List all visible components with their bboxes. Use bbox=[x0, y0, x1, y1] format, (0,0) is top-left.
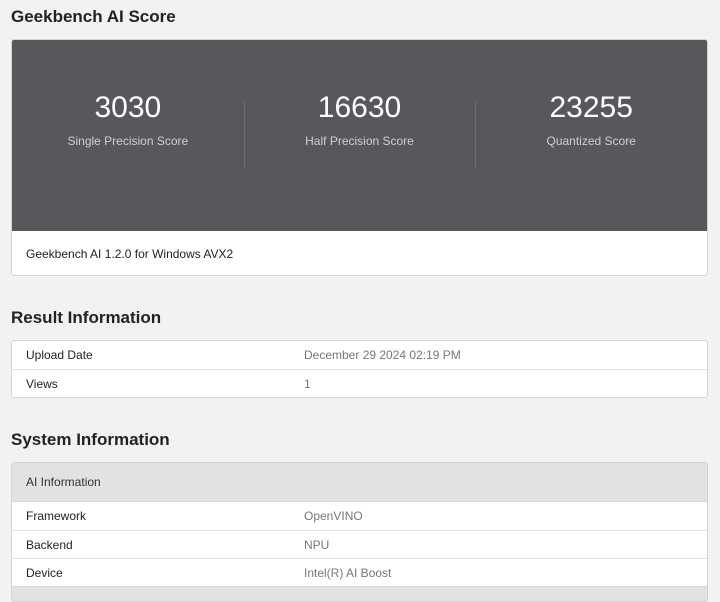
score-label: Half Precision Score bbox=[305, 134, 414, 148]
row-key: Backend bbox=[26, 537, 73, 552]
score-label: Quantized Score bbox=[546, 134, 636, 148]
score-value: 16630 bbox=[317, 91, 402, 124]
score-label: Single Precision Score bbox=[67, 134, 189, 148]
score-card: 3030 Single Precision Score 16630 Half P… bbox=[11, 39, 708, 276]
group-header-next bbox=[12, 586, 707, 601]
score-value: 23255 bbox=[549, 91, 633, 124]
group-header-ai-information: AI Information bbox=[12, 463, 707, 502]
score-half-precision: 16630 Half Precision Score bbox=[243, 40, 476, 231]
system-info-table: AI Information Framework OpenVINO Backen… bbox=[11, 462, 708, 602]
row-value: 1 bbox=[304, 376, 311, 391]
table-row-backend: Backend NPU bbox=[12, 530, 707, 558]
table-row-views: Views 1 bbox=[12, 369, 707, 397]
row-key: Framework bbox=[26, 509, 87, 523]
row-value: Intel(R) AI Boost bbox=[304, 565, 392, 580]
table-row-framework: Framework OpenVINO bbox=[12, 502, 707, 530]
row-key: Upload Date bbox=[26, 348, 93, 362]
result-section-title: Result Information bbox=[11, 308, 162, 327]
row-value: December 29 2024 02:19 PM bbox=[304, 348, 461, 362]
score-single-precision: 3030 Single Precision Score bbox=[12, 40, 244, 231]
score-section-title: Geekbench AI Score bbox=[11, 7, 176, 26]
score-banner: 3030 Single Precision Score 16630 Half P… bbox=[12, 40, 707, 231]
result-info-table: Upload Date December 29 2024 02:19 PM Vi… bbox=[11, 340, 708, 398]
row-key: Views bbox=[26, 376, 58, 391]
score-quantized: 23255 Quantized Score bbox=[475, 40, 707, 231]
score-value: 3030 bbox=[94, 91, 162, 124]
table-row-device: Device Intel(R) AI Boost bbox=[12, 558, 707, 586]
table-row-upload-date: Upload Date December 29 2024 02:19 PM bbox=[12, 341, 707, 369]
row-key: Device bbox=[26, 565, 63, 580]
row-value: OpenVINO bbox=[304, 509, 363, 523]
row-value: NPU bbox=[304, 537, 330, 552]
system-section-title: System Information bbox=[11, 430, 170, 449]
benchmark-version: Geekbench AI 1.2.0 for Windows AVX2 bbox=[26, 246, 234, 261]
